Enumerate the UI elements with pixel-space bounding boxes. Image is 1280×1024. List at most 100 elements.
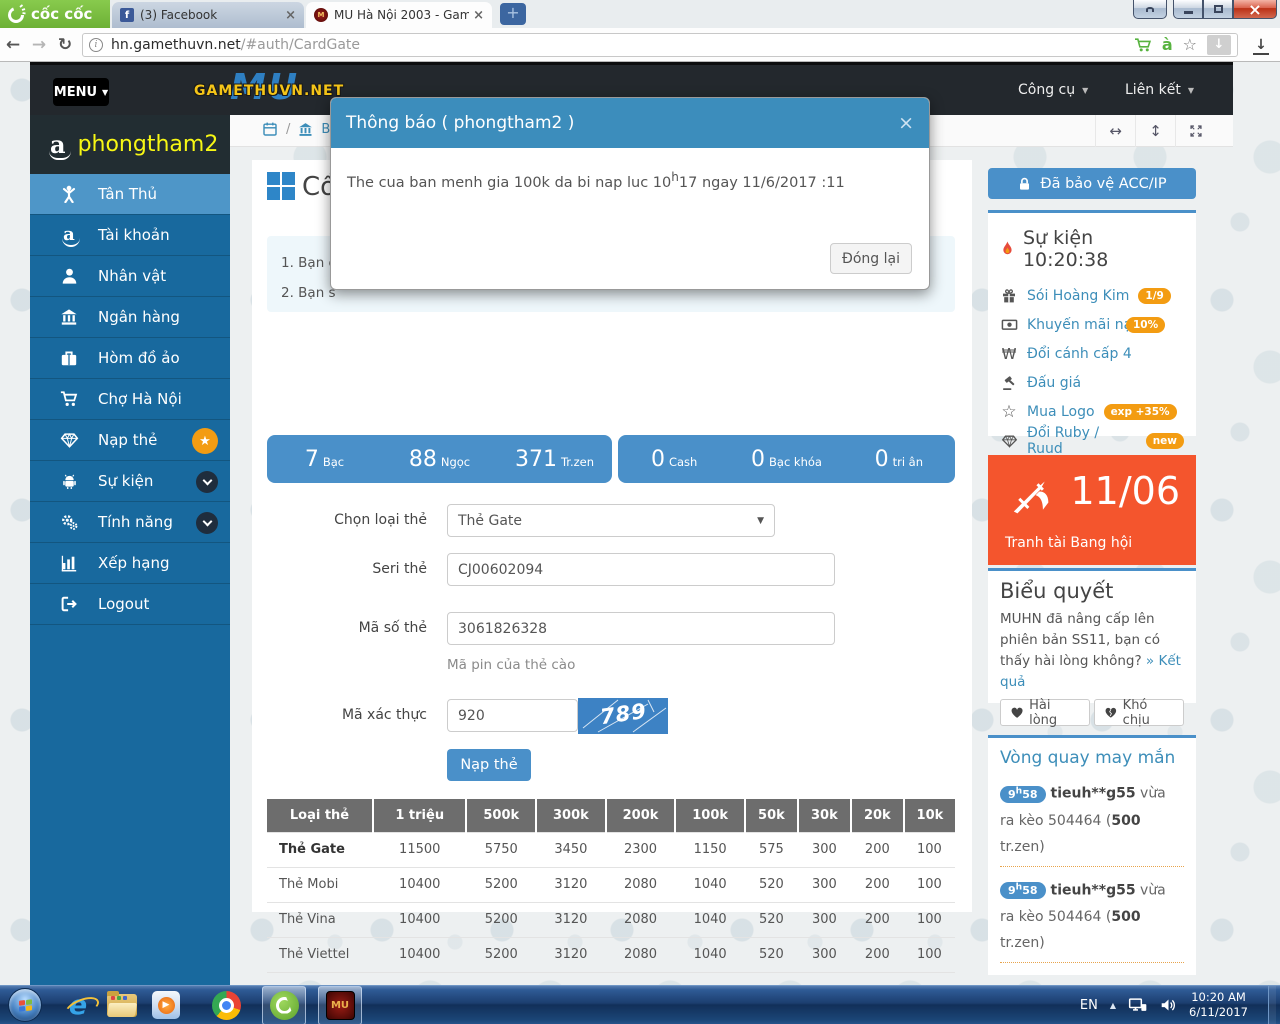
submit-recharge-button[interactable]: Nạp thẻ: [447, 749, 531, 781]
captcha-label: Mã xác thực: [267, 707, 427, 723]
new-tab-button[interactable]: +: [500, 3, 526, 25]
taskbar-media-player[interactable]: ▶: [144, 986, 188, 1024]
url-path: /#auth/CardGate: [241, 37, 360, 53]
modal-close-icon[interactable]: ×: [898, 112, 914, 134]
site-info-icon[interactable]: i: [89, 38, 103, 52]
modal-title: Thông báo ( phongtham2 ): [346, 113, 574, 133]
tab-mu-hanoi[interactable]: M MU Hà Nội 2003 - Gameth ×: [306, 2, 492, 28]
sidebar-item-tai-khoan[interactable]: a Tài khoản: [30, 215, 230, 256]
event-doi-canh[interactable]: ₩ Đổi cánh cấp 4: [1000, 339, 1184, 368]
vietnamese-typing-icon[interactable]: à: [1162, 35, 1173, 54]
tools-menu[interactable]: Công cụ ▼: [1018, 82, 1088, 98]
username: phongtham2: [78, 132, 219, 157]
sidebar-item-xep-hang[interactable]: Xếp hạng: [30, 543, 230, 584]
start-button[interactable]: [8, 988, 42, 1022]
event-label: Mua Logo: [1027, 404, 1095, 420]
taskbar-explorer[interactable]: [100, 986, 144, 1024]
seri-input[interactable]: [447, 553, 835, 586]
event-label: Sói Hoàng Kim: [1027, 288, 1129, 304]
poll-like-button[interactable]: Hài lòng: [1000, 699, 1090, 726]
event-mua-logo[interactable]: ☆ Mua Logo exp +35%: [1000, 397, 1184, 426]
sidebar-item-hom-do-ao[interactable]: Hòm đồ ảo: [30, 338, 230, 379]
sidebar-item-label: Chợ Hà Nội: [98, 390, 182, 408]
event-khuyen-mai[interactable]: Khuyến mãi nạp thẻ 10%: [1000, 310, 1184, 339]
guild-event-card[interactable]: 11/06 Tranh tài Bang hội: [988, 455, 1196, 565]
download-bar-button[interactable]: ↓: [1207, 35, 1231, 55]
sidebar-item-nap-the[interactable]: Nạp thẻ ★: [30, 420, 230, 461]
cart-icon[interactable]: [1134, 37, 1152, 53]
sidebar-item-label: Ngân hàng: [98, 308, 180, 326]
modal-close-button[interactable]: Đóng lại: [830, 243, 912, 274]
event-badge: exp +35%: [1104, 404, 1177, 420]
sidebar-item-tan-thu[interactable]: Tân Thủ: [30, 174, 230, 215]
chevron-down-icon: [202, 476, 212, 486]
event-dau-gia[interactable]: Đấu giá: [1000, 368, 1184, 397]
clock[interactable]: 10:20 AM 6/11/2017: [1189, 990, 1256, 1020]
mu-game-icon: MU: [326, 991, 355, 1020]
sidebar-item-tinh-nang[interactable]: Tính năng: [30, 502, 230, 543]
caret-down-icon: ▼: [1082, 86, 1088, 95]
coccoc-brand: cốc cốc: [0, 0, 110, 28]
poll-dislike-button[interactable]: Khó chịu: [1094, 699, 1184, 726]
speaker-icon[interactable]: [1160, 997, 1177, 1013]
acc-ip-protect-button[interactable]: Đã bảo vệ ACC/IP: [988, 168, 1196, 199]
sidebar-item-logout[interactable]: Logout: [30, 584, 230, 625]
reload-button[interactable]: ↻: [52, 35, 78, 55]
downloads-button[interactable]: ↓: [1248, 34, 1274, 55]
forward-button[interactable]: →: [26, 35, 52, 55]
poll-title: Biểu quyết: [1000, 579, 1184, 603]
expand-chevron[interactable]: [196, 471, 218, 493]
show-desktop-button[interactable]: [1268, 986, 1276, 1024]
back-button[interactable]: ←: [0, 35, 26, 55]
language-indicator[interactable]: EN: [1080, 998, 1098, 1013]
sidebar-item-cho-ha-noi[interactable]: Chợ Hà Nội: [30, 379, 230, 420]
event-doi-ruby[interactable]: Đổi Ruby / Ruud new: [1000, 426, 1184, 455]
sidebar-item-su-kien[interactable]: Sự kiện: [30, 461, 230, 502]
calendar-icon[interactable]: [262, 121, 278, 137]
card-code-input[interactable]: [447, 612, 835, 645]
maximize-button[interactable]: [1203, 0, 1233, 19]
taskbar-mu-game[interactable]: MU: [318, 986, 362, 1024]
lock-icon: [1017, 176, 1032, 192]
resize-horizontal-button[interactable]: ↔: [1095, 115, 1135, 147]
card-type-select[interactable]: Thẻ Gate ▼: [447, 504, 775, 537]
taskbar-chrome[interactable]: [204, 986, 248, 1024]
site-logo[interactable]: MU GAMETHUVN.NET: [190, 67, 350, 115]
stat-tri-an: 0tri ân: [843, 447, 955, 472]
tab-close-icon[interactable]: ×: [285, 8, 296, 23]
tray-expand-icon[interactable]: ▲: [1110, 1001, 1116, 1010]
url-field[interactable]: i hn.gamethuvn.net/#auth/CardGate à ☆ ↓: [82, 33, 1238, 57]
captcha-input[interactable]: [447, 699, 578, 732]
links-menu[interactable]: Liên kết ▼: [1125, 82, 1194, 98]
resize-vertical-button[interactable]: ↕: [1135, 115, 1175, 147]
taskbar-ie[interactable]: e: [56, 986, 100, 1024]
menu-button[interactable]: MENU ▼: [53, 78, 109, 106]
bank-icon: [58, 307, 80, 327]
tab-facebook[interactable]: f (3) Facebook ×: [112, 2, 304, 28]
modal-message: The cua ban menh gia 100k da bi nap luc …: [331, 148, 929, 213]
chrome-icon: [212, 991, 241, 1020]
network-icon[interactable]: [1128, 997, 1148, 1013]
table-row: Thẻ Viettel104005200 312020801040 520300…: [267, 937, 955, 972]
taskbar-coccoc[interactable]: [262, 986, 306, 1024]
lucky-entry: 9h58tieuh**g55 vừa ra kèo 504464 (500 tr…: [1000, 778, 1184, 867]
close-button[interactable]: ×: [1233, 0, 1277, 19]
table-row: Thẻ Vina104005200 312020801040 520300200…: [267, 902, 955, 937]
browser-tab-bar: cốc cốc f (3) Facebook × M MU Hà Nội 200…: [0, 0, 1280, 28]
sidebar-item-label: Logout: [98, 595, 149, 613]
sidebar-item-ngan-hang[interactable]: Ngân hàng: [30, 297, 230, 338]
sidebar-item-nhan-vat[interactable]: Nhân vật: [30, 256, 230, 297]
fullscreen-button[interactable]: [1175, 115, 1215, 147]
event-soi-hoang-kim[interactable]: Sói Hoàng Kim 1/9: [1000, 281, 1184, 310]
event-badge: 10%: [1126, 317, 1165, 333]
tab-close-icon[interactable]: ×: [473, 8, 484, 23]
star-outline-icon: ☆: [1000, 402, 1018, 422]
profile-button[interactable]: [1133, 0, 1167, 19]
bank-crumb-icon[interactable]: [298, 122, 313, 137]
currency-stats-bar-2: 0Cash 0Bạc khóa 0tri ân: [618, 435, 955, 483]
menu-label: MENU: [54, 85, 97, 100]
bookmark-star-icon[interactable]: ☆: [1183, 35, 1197, 54]
expand-chevron[interactable]: [196, 512, 218, 534]
poll-text: MUHN đã nâng cấp lên phiên bản SS11, bạn…: [1000, 609, 1184, 693]
minimize-button[interactable]: [1173, 0, 1203, 19]
